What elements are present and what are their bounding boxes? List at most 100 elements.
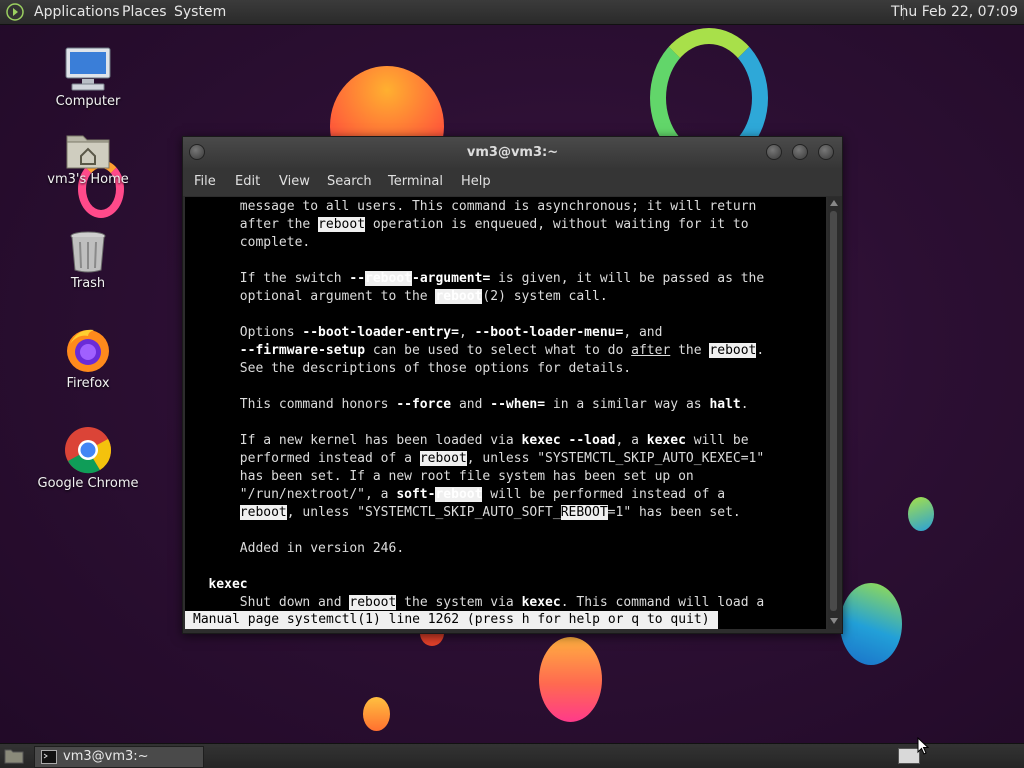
terminal-scrollbar[interactable] [828, 197, 840, 629]
wallpaper-small-orange-blob [363, 697, 390, 731]
scroll-thumb[interactable] [830, 211, 837, 611]
terminal-text: Shut down and [185, 595, 350, 610]
clock[interactable]: Thu Feb 22, 07:09 [891, 0, 1018, 24]
terminal-text: kexec [646, 433, 686, 448]
minimize-button[interactable] [766, 144, 782, 160]
terminal-line: after the reboot operation is enqueued, … [185, 216, 749, 234]
desktop-icon-label: Computer [55, 94, 121, 109]
terminal-text: is given, it will be passed as the [490, 271, 765, 286]
terminal-line: If a new kernel has been loaded via kexe… [185, 432, 749, 450]
taskbar-item-label: vm3@vm3:~ [63, 749, 149, 764]
terminal-text: . This command will load a [560, 595, 765, 610]
desktop-icon-home[interactable]: vm3's Home [28, 130, 148, 187]
terminal-text: . [756, 343, 765, 358]
terminal-line: performed instead of a reboot, unless "S… [185, 450, 764, 468]
terminal-text: . [740, 397, 749, 412]
terminal-text: kexec [208, 577, 248, 592]
firefox-icon [64, 326, 112, 374]
terminal-text: in a similar way as [545, 397, 710, 412]
desktop-icon-trash[interactable]: Trash [28, 230, 148, 291]
terminal-text: optional argument to the [185, 289, 436, 304]
menu-places[interactable]: Places [122, 0, 167, 24]
terminal-line: has been set. If a new root file system … [185, 468, 694, 486]
terminal-line: complete. [185, 234, 310, 252]
terminal-text: message to all users. This command is as… [185, 199, 757, 214]
show-desktop-icon[interactable] [4, 748, 24, 764]
search-match-highlight: reboot [349, 595, 397, 610]
search-match-highlight: reboot [435, 289, 483, 304]
desktop-background: Computer vm3's Home Trash Firefox Google… [0, 0, 1024, 768]
menu-file[interactable]: File [194, 168, 216, 196]
menu-system[interactable]: System [174, 0, 226, 24]
bottom-panel: vm3@vm3:~ [0, 743, 1024, 768]
scroll-down-arrow-icon[interactable] [830, 618, 838, 624]
desktop-icon-computer[interactable]: Computer [28, 46, 148, 109]
search-match-highlight: REBOOT [560, 505, 608, 520]
terminal-text: complete. [185, 235, 311, 250]
search-match-highlight: reboot [365, 271, 412, 286]
terminal-text: and [451, 397, 491, 412]
taskbar-item-terminal[interactable]: vm3@vm3:~ [34, 746, 204, 768]
home-folder-icon [65, 130, 111, 170]
terminal-text: , unless "SYSTEMCTL_SKIP_AUTO_KEXEC=1" [466, 451, 765, 466]
terminal-text: -argument= [412, 271, 491, 286]
terminal-text: -- [349, 271, 366, 286]
terminal-line: --firmware-setup can be used to select w… [185, 342, 764, 360]
menu-search[interactable]: Search [327, 168, 372, 196]
terminal-screen[interactable]: message to all users. This command is as… [185, 197, 826, 629]
window-title: vm3@vm3:~ [466, 145, 559, 160]
wallpaper-blue-blob [908, 497, 934, 531]
close-button[interactable] [818, 144, 834, 160]
terminal-text: --boot-loader-entry= [302, 325, 459, 340]
search-match-highlight: reboot [419, 451, 467, 466]
terminal-text: will be [685, 433, 749, 448]
menu-edit[interactable]: Edit [235, 168, 260, 196]
maximize-button[interactable] [792, 144, 808, 160]
terminal-line: This command honors --force and --when= … [185, 396, 749, 414]
terminal-text: the system via [396, 595, 522, 610]
terminal-text: kexec [521, 595, 561, 610]
terminal-text: Options [185, 325, 303, 340]
terminal-text: has been set. If a new root file system … [185, 469, 694, 484]
terminal-line: Added in version 246. [185, 540, 404, 558]
terminal-menubar: File Edit View Search Terminal Help [183, 168, 842, 196]
terminal-text: --boot-loader-menu= [474, 325, 624, 340]
terminal-text: --force [396, 397, 452, 412]
menu-applications[interactable]: Applications [34, 0, 120, 24]
scroll-up-arrow-icon[interactable] [830, 200, 838, 206]
terminal-line: optional argument to the reboot(2) syste… [185, 288, 608, 306]
terminal-line: See the descriptions of those options fo… [185, 360, 631, 378]
desktop-icon-firefox[interactable]: Firefox [28, 326, 148, 391]
desktop-icon-label: Google Chrome [37, 476, 139, 491]
trash-icon [68, 230, 108, 274]
chrome-icon [64, 426, 112, 474]
top-panel: Applications Places System Thu Feb 22, 0… [0, 0, 1024, 25]
terminal-window[interactable]: vm3@vm3:~ File Edit View Search Terminal… [182, 136, 843, 634]
terminal-text: If the switch [185, 271, 350, 286]
computer-icon [64, 46, 112, 92]
terminal-text: --firmware-setup [239, 343, 366, 358]
distro-logo-icon[interactable] [6, 3, 24, 21]
menu-help[interactable]: Help [461, 168, 491, 196]
terminal-text: the [670, 343, 710, 358]
terminal-icon [41, 750, 57, 764]
terminal-text: performed instead of a [185, 451, 420, 466]
window-titlebar[interactable]: vm3@vm3:~ [183, 137, 842, 168]
desktop-icon-label: Trash [70, 276, 106, 291]
terminal-text: will be performed instead of a [482, 487, 726, 502]
terminal-text: This command honors [185, 397, 397, 412]
mouse-pointer-icon [917, 737, 929, 755]
terminal-text: after [631, 343, 671, 358]
pager-status-line: Manual page systemctl(1) line 1262 (pres… [185, 611, 718, 629]
desktop-icon-chrome[interactable]: Google Chrome [28, 426, 148, 491]
terminal-line: Options --boot-loader-entry=, --boot-loa… [185, 324, 663, 342]
terminal-text: can be used to select what to do [365, 343, 632, 358]
menu-terminal[interactable]: Terminal [388, 168, 443, 196]
search-match-highlight: reboot [318, 217, 366, 232]
terminal-line: If the switch --reboot-argument= is give… [185, 270, 764, 288]
terminal-text: kexec --load [521, 433, 616, 448]
menu-view[interactable]: View [279, 168, 310, 196]
wallpaper-orange-blob-bottom [539, 637, 602, 722]
